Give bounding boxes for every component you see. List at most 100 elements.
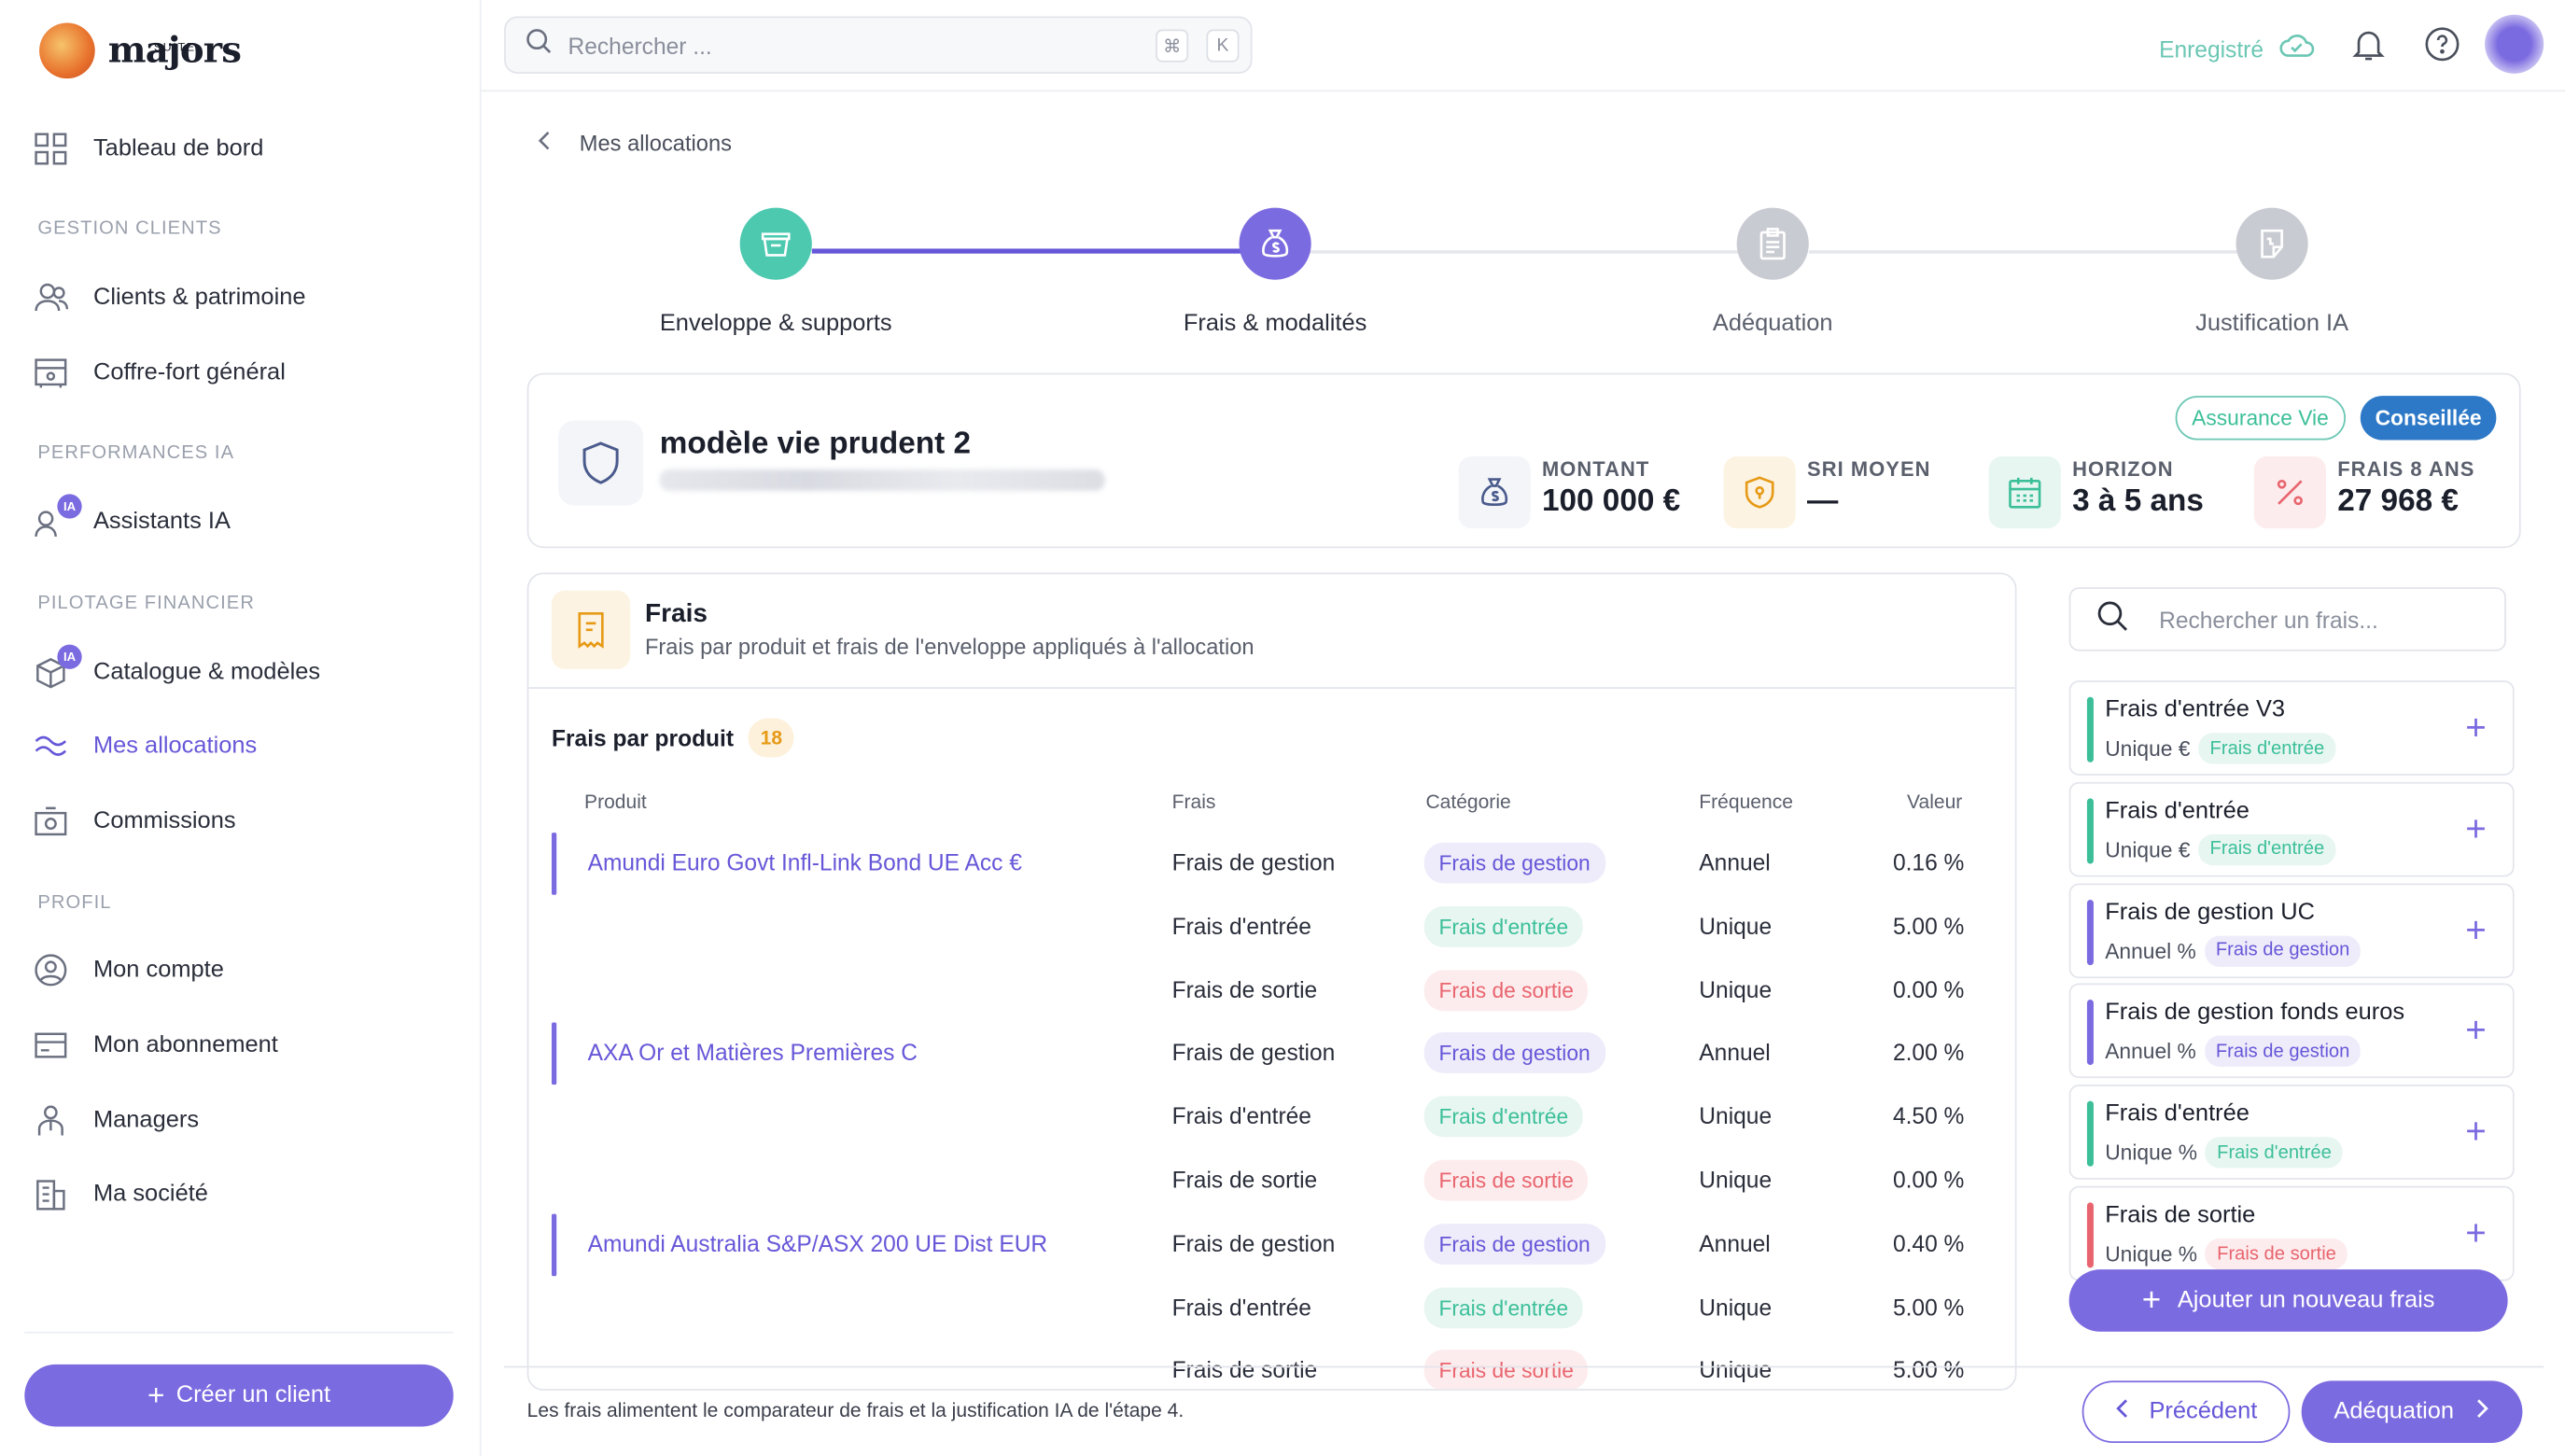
plus-icon[interactable]: + — [2465, 1214, 2487, 1252]
sidebar-item-label: Ma société — [92, 1181, 208, 1208]
fee-card-title: Frais de sortie — [2105, 1202, 2256, 1229]
sidebar-item-catalogue[interactable]: IA Catalogue & modèles — [33, 644, 320, 695]
global-search-input[interactable]: Rechercher ... ⌘ K — [504, 16, 1253, 74]
product-name[interactable]: Amundi Euro Govt Infl-Link Bond UE Acc € — [588, 849, 1022, 875]
fee-search-placeholder: Rechercher un frais... — [2159, 606, 2378, 633]
sidebar-item-allocations[interactable]: Mes allocations — [33, 723, 257, 769]
fee-library-card[interactable]: Frais de gestion UC Annuel % Frais de gest… — [2068, 882, 2515, 978]
basket-icon — [761, 232, 791, 257]
plus-icon[interactable]: + — [2465, 1013, 2487, 1050]
breadcrumb[interactable]: Mes allocations — [537, 129, 732, 155]
chevron-left-icon — [2115, 1399, 2130, 1425]
fee-card-accent-bar — [2086, 798, 2094, 864]
kpi-montant: MONTANT 100 000 € — [1458, 454, 1680, 529]
table-row[interactable]: Amundi Euro Govt Infl-Link Bond UE Acc €… — [528, 833, 2014, 895]
add-new-fee-button[interactable]: + Ajouter un nouveau frais — [2068, 1269, 2508, 1332]
frequency: Unique — [1699, 1293, 1773, 1320]
kpi-value: 27 968 € — [2337, 483, 2459, 519]
plus-icon[interactable]: + — [2465, 911, 2487, 948]
fee-library-card[interactable]: Frais de gestion fonds euros Annuel % Frai… — [2068, 984, 2515, 1079]
product-name[interactable]: Amundi Australia S&P/ASX 200 UE Dist EUR — [588, 1230, 1048, 1256]
sidebar-item-dashboard[interactable]: Tableau de bord — [33, 126, 263, 172]
fee-card-category-badge: Frais de sortie — [2205, 1238, 2348, 1270]
fee-library-card[interactable]: Frais de sortie Unique % Frais de sortie + — [2068, 1185, 2515, 1281]
dashboard-icon — [33, 131, 69, 167]
stepper-line — [1808, 250, 2238, 254]
subscription-icon — [33, 1028, 69, 1064]
fee-card-accent-bar — [2086, 1202, 2094, 1268]
sidebar-item-managers[interactable]: Managers — [33, 1098, 199, 1143]
next-label: Adéquation — [2334, 1398, 2455, 1425]
search-icon — [2096, 599, 2128, 638]
saved-status: Enregistré — [2159, 30, 2314, 67]
fee-search-input[interactable]: Rechercher un frais... — [2068, 587, 2506, 651]
fee-library-card[interactable]: Frais d'entrée V3 Unique € Frais d'entrée + — [2068, 680, 2515, 776]
kpi-label: MONTANT — [1541, 457, 1650, 482]
kpi-label: HORIZON — [2072, 457, 2174, 482]
chevron-right-icon — [2475, 1399, 2490, 1425]
sidebar-item-subscription[interactable]: Mon abonnement — [33, 1023, 278, 1069]
brand-logo[interactable]: majors — [39, 22, 242, 79]
step-3-circle[interactable] — [1736, 207, 1809, 280]
allocation-summary-card: modèle vie prudent 2 Assurance Vie Conse… — [526, 372, 2521, 549]
model-subtitle-redacted — [659, 469, 1105, 491]
column-header-value: Valeur — [1907, 790, 1963, 814]
sidebar-item-company[interactable]: Ma société — [33, 1171, 208, 1217]
avatar[interactable] — [2485, 14, 2544, 74]
fee-card-title: Frais d'entrée V3 — [2105, 696, 2286, 723]
table-row[interactable]: Frais de sortie Frais de sortie Unique 0.00… — [528, 959, 2014, 1022]
fee-name: Frais de sortie — [1171, 1356, 1318, 1383]
sidebar-item-label: Commissions — [92, 807, 236, 834]
plus-icon[interactable]: + — [2465, 810, 2487, 847]
sidebar-item-label: Tableau de bord — [92, 135, 264, 162]
fee-card-title: Frais de gestion UC — [2105, 899, 2315, 926]
fee-library-card[interactable]: Frais d'entrée Unique % Frais d'entrée + — [2068, 1085, 2515, 1181]
category-badge: Frais de sortie — [1423, 1159, 1589, 1201]
product-name[interactable]: AXA Or et Matières Premières C — [588, 1040, 918, 1066]
saved-label: Enregistré — [2159, 35, 2264, 62]
bell-icon[interactable] — [2350, 26, 2387, 63]
step-2-circle[interactable] — [1239, 207, 1311, 280]
add-new-fee-label: Ajouter un nouveau frais — [2177, 1287, 2435, 1314]
create-client-button[interactable]: + Créer un client — [24, 1364, 454, 1427]
company-icon — [33, 1176, 69, 1212]
frequency: Annuel — [1699, 848, 1771, 875]
table-row[interactable]: Frais d'entrée Frais d'entrée Unique 5.00 % — [528, 1277, 2014, 1339]
create-client-label: Créer un client — [175, 1382, 331, 1409]
fee-card-category-badge: Frais de gestion — [2204, 934, 2362, 967]
sidebar-item-label: Assistants IA — [92, 509, 231, 536]
sidebar-item-vault[interactable]: Coffre-fort général — [33, 350, 286, 396]
sidebar-item-label: Mes allocations — [92, 733, 258, 760]
vault-icon — [33, 355, 69, 391]
fee-card-category-badge: Frais d'entrée — [2198, 733, 2336, 764]
fee-card-category-badge: Frais de gestion — [2204, 1036, 2362, 1068]
help-icon[interactable] — [2424, 26, 2460, 63]
step-1-label: Enveloppe & supports — [659, 311, 892, 338]
table-row[interactable]: Frais de sortie Frais de sortie Unique 0.00… — [528, 1150, 2014, 1212]
step-3-label: Adéquation — [1712, 311, 1833, 338]
category-badge: Frais de gestion — [1423, 1223, 1605, 1265]
fee-card-title: Frais d'entrée — [2105, 798, 2250, 825]
sidebar-item-assistants[interactable]: IA Assistants IA — [33, 494, 231, 545]
search-placeholder: Rechercher ... — [568, 32, 712, 59]
fee-library-card[interactable]: Frais d'entrée Unique € Frais d'entrée + — [2068, 781, 2515, 877]
sidebar-item-account[interactable]: Mon compte — [33, 947, 224, 993]
breadcrumb-back-label: Mes allocations — [579, 130, 732, 155]
plus-icon[interactable]: + — [2465, 709, 2487, 747]
table-row[interactable]: Frais d'entrée Frais d'entrée Unique 4.50 % — [528, 1086, 2014, 1149]
sidebar-item-clients[interactable]: Clients & patrimoine — [33, 274, 305, 320]
previous-button[interactable]: Précédent — [2081, 1380, 2291, 1443]
step-1-circle[interactable] — [739, 207, 812, 280]
table-row[interactable]: AXA Or et Matières Premières C Frais de g… — [528, 1023, 2014, 1085]
sidebar-item-commissions[interactable]: Commissions — [33, 798, 236, 844]
table-row[interactable]: Amundi Australia S&P/ASX 200 UE Dist EUR… — [528, 1213, 2014, 1276]
step-4-circle[interactable] — [2236, 207, 2308, 280]
previous-label: Précédent — [2149, 1398, 2258, 1425]
sidebar-item-label: Managers — [92, 1107, 200, 1134]
plus-icon[interactable]: + — [2465, 1113, 2487, 1151]
table-row[interactable]: Frais d'entrée Frais d'entrée Unique 5.00 % — [528, 896, 2014, 959]
fees-panel: Frais Frais par produit et frais de l'en… — [526, 572, 2017, 1391]
next-button[interactable]: Adéquation — [2301, 1380, 2523, 1443]
receipt-icon — [551, 590, 631, 669]
fee-name: Frais de gestion — [1171, 1229, 1336, 1256]
